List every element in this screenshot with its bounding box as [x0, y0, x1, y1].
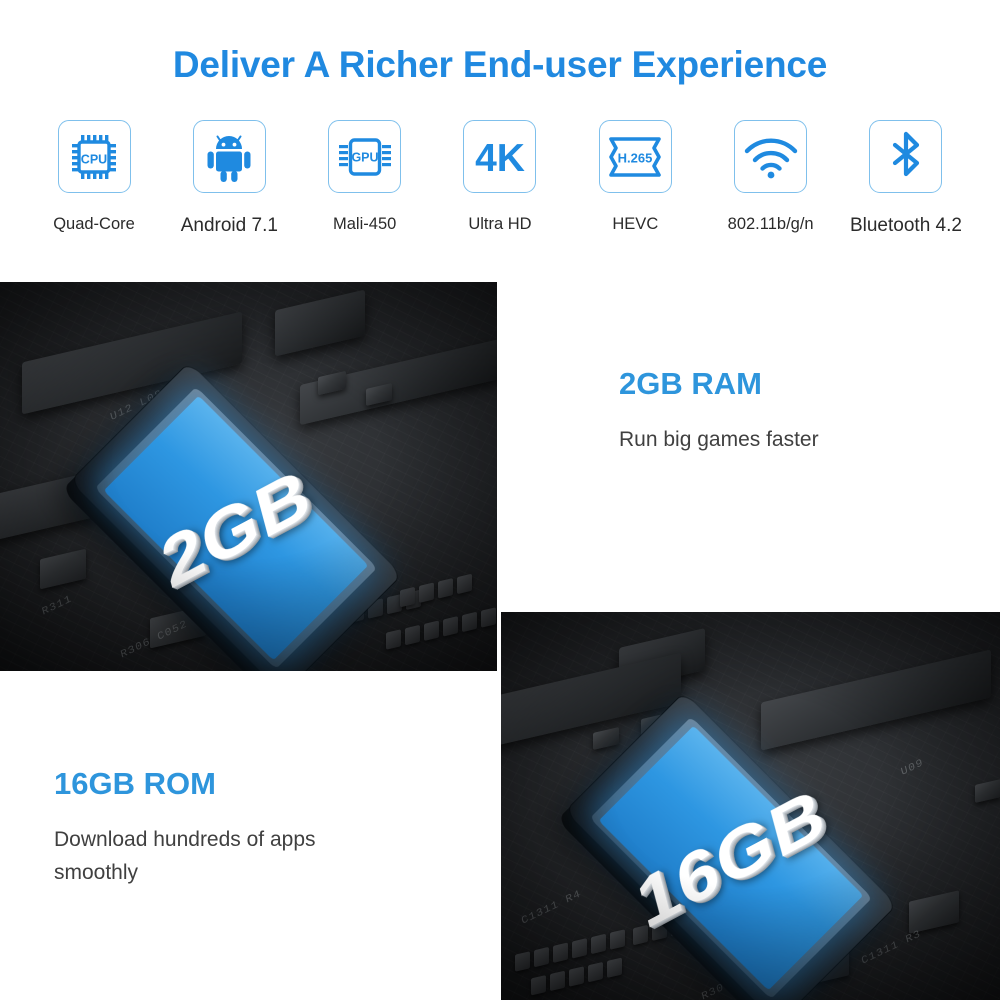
- motherboard-chip-2gb-photo: R311 R306 C052 C1311 R2 U12 L08 2GB: [0, 282, 497, 671]
- rom-heading: 16GB ROM: [54, 766, 216, 801]
- android-robot-icon: [207, 135, 251, 182]
- page-title: Deliver A Richer End-user Experience: [172, 44, 828, 85]
- feature-label-quad-core: Quad-Core: [53, 215, 135, 233]
- photo-vignette: [0, 282, 497, 671]
- feature-label-gpu: Mali-450: [333, 215, 397, 233]
- feature-label-android: Android 7.1: [180, 215, 278, 236]
- 4k-icon-text: 4K: [475, 137, 525, 180]
- wifi-icon: [744, 137, 797, 178]
- android-robot-icon-box: [192, 120, 266, 193]
- gpu-chip-icon: GPU: [338, 137, 391, 176]
- h265-icon-text: H.265: [618, 150, 653, 165]
- feature-icon-row: CPU Quad-Core Android 7.1 GPU Mali-450 4…: [30, 120, 970, 237]
- rom-copy-block: 16GB ROM Download hundreds of apps smoot…: [54, 766, 384, 889]
- resolution-4k-icon: 4K: [475, 137, 525, 180]
- feature-label-hevc: HEVC: [612, 215, 659, 233]
- ram-description: Run big games faster: [619, 428, 819, 451]
- photo-vignette: [501, 612, 1000, 1000]
- cpu-chip-icon-box: CPU: [57, 120, 131, 193]
- gpu-chip-icon-box: GPU: [328, 120, 402, 193]
- motherboard-chip-16gb-photo: C1311 R4 R306 C052 C1311 R3 U09 16GB: [501, 612, 1000, 1000]
- wifi-icon-box: [734, 120, 808, 193]
- cpu-icon-text: CPU: [81, 152, 107, 166]
- feature-label-bluetooth: Bluetooth 4.2: [849, 215, 962, 236]
- h265-codec-icon: H.265: [609, 136, 662, 177]
- ram-heading: 2GB RAM: [619, 366, 762, 401]
- cpu-chip-icon: CPU: [72, 134, 116, 179]
- feature-item-4k: 4K Ultra HD: [436, 120, 564, 234]
- product-feature-page: Deliver A Richer End-user Experience CPU…: [0, 0, 1000, 1000]
- feature-label-4k: Ultra HD: [468, 215, 532, 233]
- resolution-4k-icon-box: 4K: [463, 120, 537, 193]
- ram-copy-block: 2GB RAM Run big games faster: [619, 366, 819, 457]
- rom-description: Download hundreds of apps smoothly: [54, 828, 316, 884]
- feature-item-quad-core: CPU Quad-Core: [30, 120, 158, 234]
- bluetooth-icon: [892, 131, 920, 176]
- feature-item-gpu: GPU Mali-450: [301, 120, 429, 234]
- bluetooth-icon-box: [869, 120, 943, 193]
- feature-item-android: Android 7.1: [165, 120, 293, 237]
- h265-codec-icon-box: H.265: [598, 120, 672, 193]
- feature-item-hevc: H.265 HEVC: [571, 120, 699, 234]
- feature-item-wifi: 802.11b/g/n: [707, 120, 835, 234]
- feature-label-wifi: 802.11b/g/n: [727, 215, 814, 233]
- feature-item-bluetooth: Bluetooth 4.2: [842, 120, 970, 237]
- gpu-icon-text: GPU: [351, 150, 378, 164]
